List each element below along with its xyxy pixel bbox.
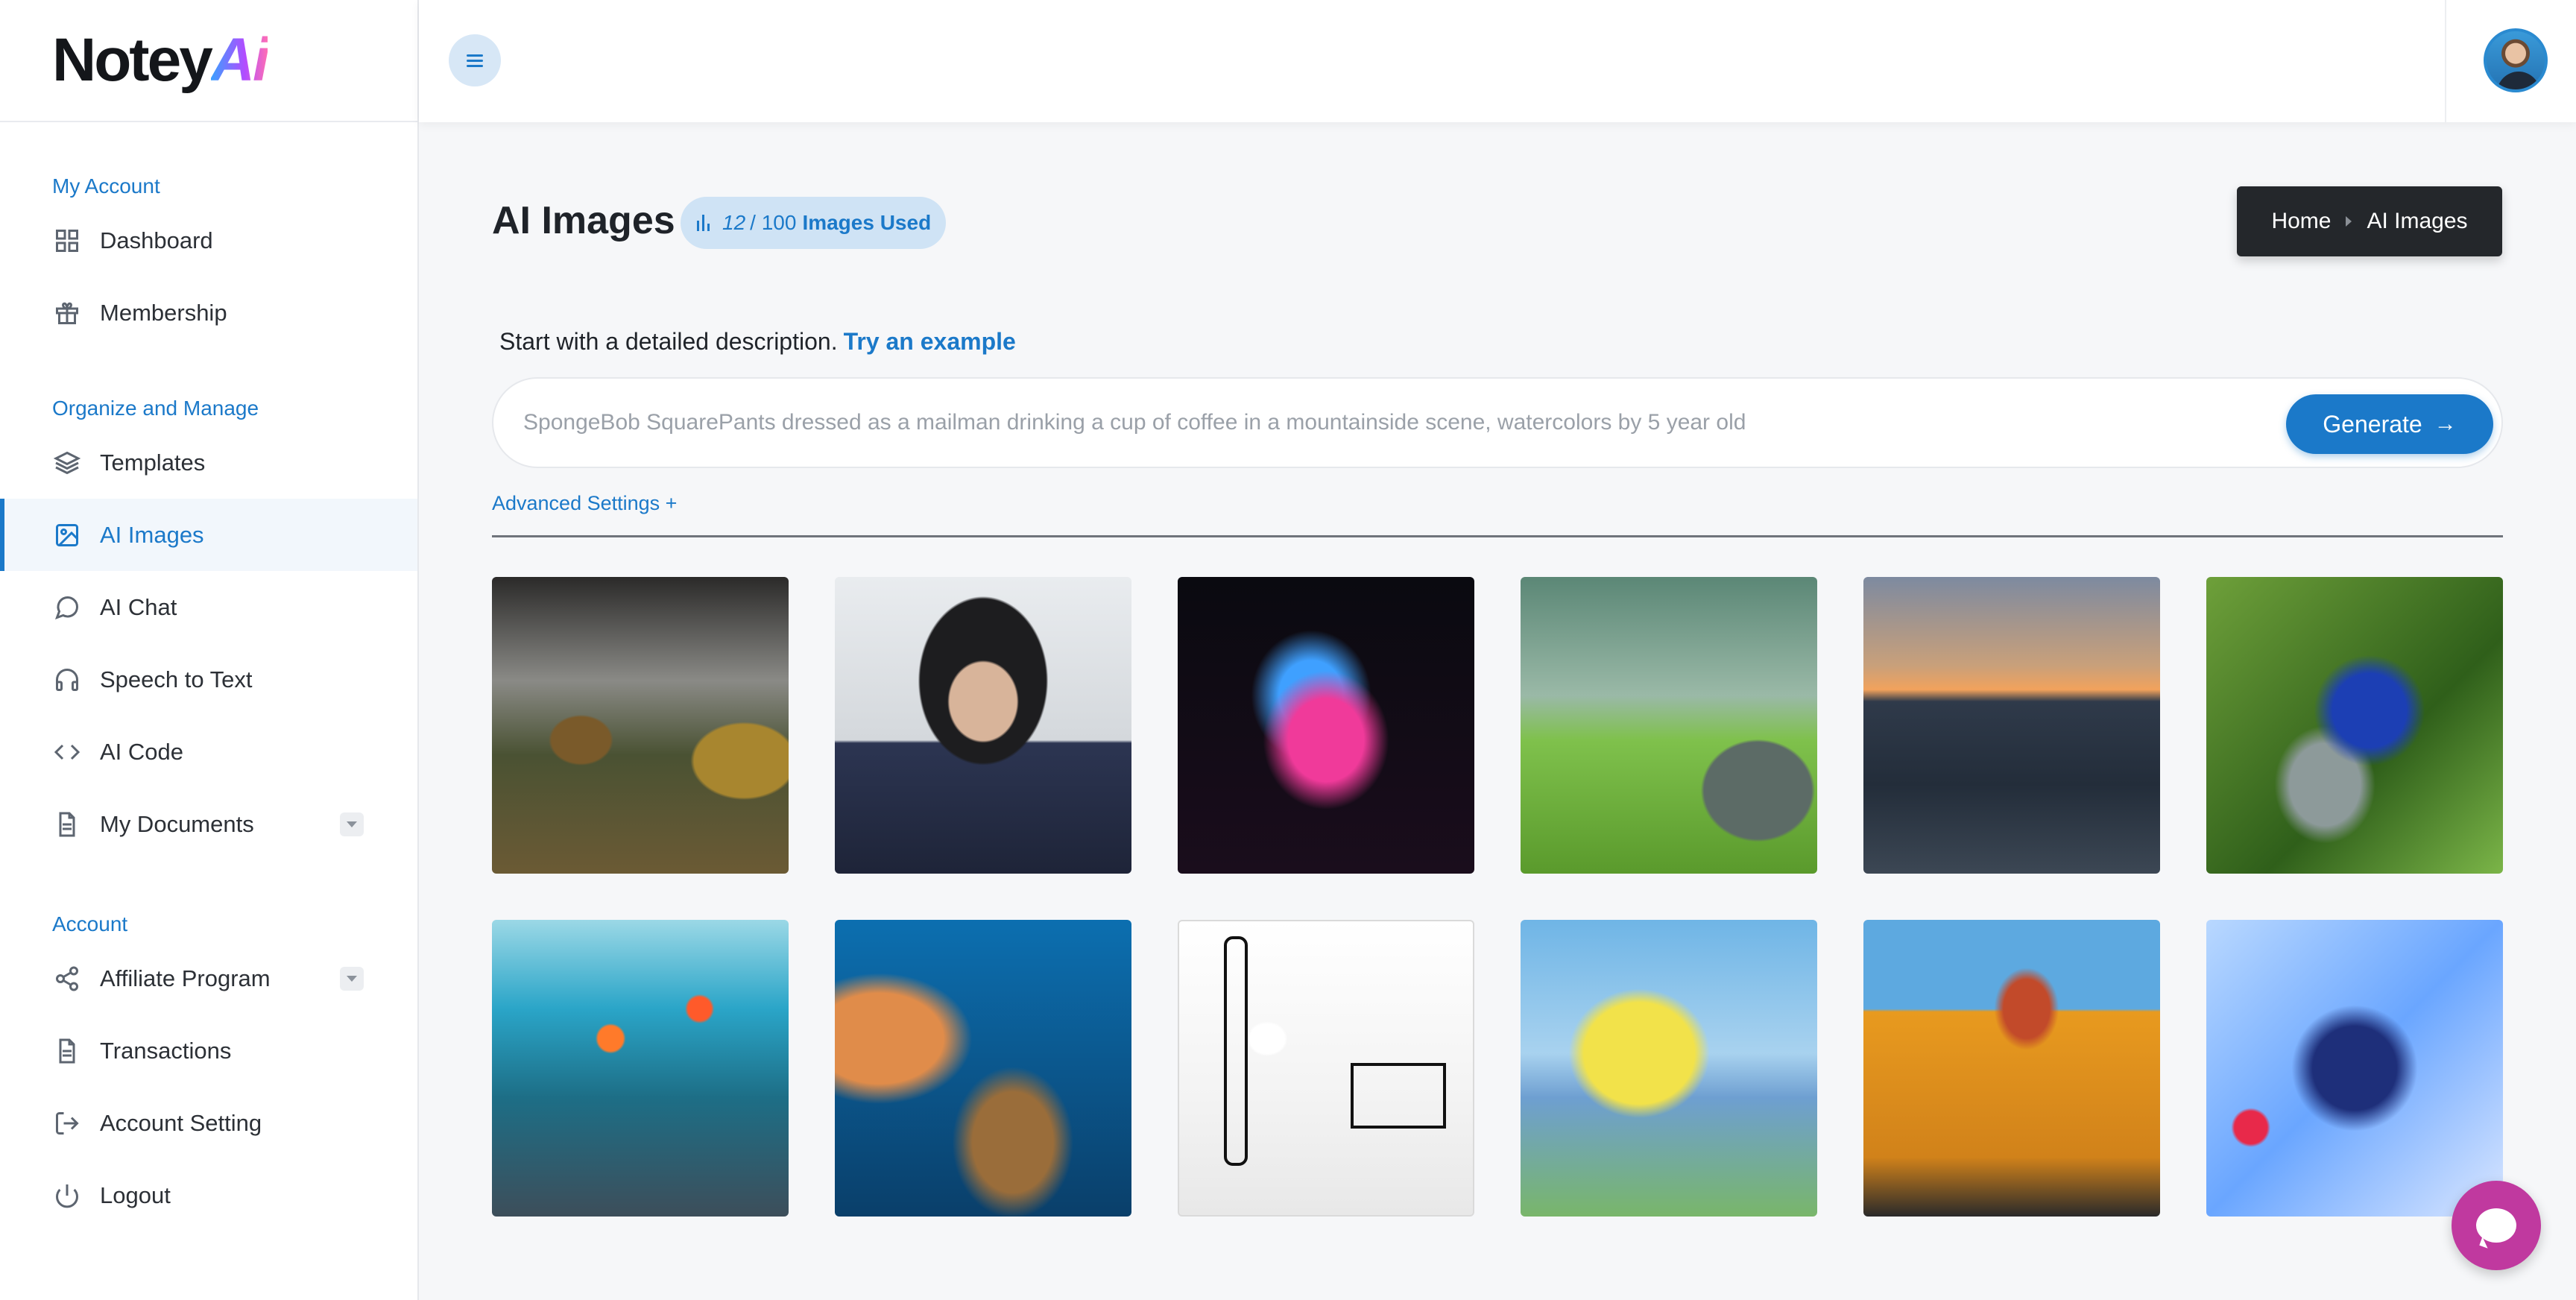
- gallery-image-treasure-chest[interactable]: [1178, 577, 1474, 874]
- prompt-hint: Start with a detailed description. Try an…: [499, 328, 1016, 356]
- chevron-right-icon: [2346, 216, 2352, 227]
- chevron-down-icon[interactable]: [340, 966, 364, 991]
- section-title-my-account: My Account: [52, 174, 160, 198]
- sidebar-item-my-documents[interactable]: My Documents: [0, 788, 417, 860]
- grid-icon: [52, 226, 82, 256]
- sidebar-item-label: Membership: [100, 299, 227, 326]
- arrow-right-icon: →: [2434, 411, 2457, 436]
- sidebar-item-label: Logout: [100, 1181, 171, 1208]
- gallery-image-coral-reef[interactable]: [835, 920, 1131, 1217]
- gallery-image-cactus-drawing[interactable]: [1178, 920, 1474, 1217]
- images-used-label: Images Used: [802, 211, 932, 234]
- sidebar-item-label: Affiliate Program: [100, 965, 271, 991]
- sidebar-item-label: Dashboard: [100, 227, 213, 253]
- advanced-settings-toggle[interactable]: Advanced Settings +: [492, 492, 677, 515]
- gallery-image-spongebob-watercolor[interactable]: [1521, 920, 1817, 1217]
- prompt-box: Generate →: [492, 377, 2503, 468]
- sidebar-item-ai-code[interactable]: AI Code: [0, 716, 417, 788]
- sidebar-item-account-setting[interactable]: Account Setting: [0, 1087, 417, 1159]
- sidebar-item-label: Account Setting: [100, 1109, 262, 1136]
- usage-badge: 12 / 100 Images Used: [681, 197, 947, 249]
- section-title-account: Account: [52, 912, 128, 935]
- gallery-image-school-bus[interactable]: [1863, 920, 2160, 1217]
- sidebar-item-label: AI Images: [100, 521, 204, 548]
- gift-icon: [52, 298, 82, 328]
- gallery-image-surreal-landscape[interactable]: [492, 577, 789, 874]
- top-divider: [2445, 0, 2446, 122]
- sidebar-item-logout[interactable]: Logout: [0, 1159, 417, 1231]
- hamburger-menu-icon[interactable]: [449, 34, 501, 86]
- chevron-down-icon[interactable]: [340, 812, 364, 836]
- image-icon: [52, 520, 82, 550]
- top-bar: [419, 0, 2576, 122]
- image-gallery: [492, 577, 2503, 1217]
- sidebar-item-membership[interactable]: Membership: [0, 277, 417, 349]
- gallery-image-turtle-teapot[interactable]: [1521, 577, 1817, 874]
- sidebar-item-label: AI Code: [100, 738, 184, 765]
- user-avatar[interactable]: [2484, 28, 2548, 92]
- sidebar-item-affiliate-program[interactable]: Affiliate Program: [0, 942, 417, 1015]
- prompt-hint-text: Start with a detailed description.: [499, 328, 838, 355]
- sidebar-item-transactions[interactable]: Transactions: [0, 1015, 417, 1087]
- gallery-image-portrait-headdress[interactable]: [835, 577, 1131, 874]
- gallery-image-peacock[interactable]: [2206, 577, 2503, 874]
- gallery-image-underwater-city[interactable]: [492, 920, 789, 1217]
- images-used-count: 12: [722, 211, 746, 234]
- sidebar-item-templates[interactable]: Templates: [0, 426, 417, 499]
- breadcrumb-current: AI Images: [2367, 209, 2468, 233]
- logo[interactable]: Notey Ai: [52, 25, 270, 95]
- sign-out-arrow-icon: [52, 1108, 82, 1138]
- sidebar: Notey Ai My Account Dashboard Membership …: [0, 0, 419, 1300]
- prompt-input[interactable]: [523, 379, 2238, 467]
- logo-area: Notey Ai: [0, 0, 417, 122]
- sidebar-item-label: My Documents: [100, 810, 254, 837]
- breadcrumb: Home AI Images: [2237, 186, 2502, 256]
- logo-text: Notey: [52, 26, 213, 94]
- power-icon: [52, 1181, 82, 1211]
- layers-icon: [52, 448, 82, 478]
- gallery-image-anime-warrior[interactable]: [2206, 920, 2503, 1217]
- chat-bubble-icon: [52, 593, 82, 622]
- page-title: AI Images: [492, 199, 675, 242]
- images-total-count: / 100: [750, 211, 797, 234]
- headphones-icon: [52, 665, 82, 695]
- section-title-organize: Organize and Manage: [52, 397, 259, 420]
- receipt-icon: [52, 1036, 82, 1066]
- sidebar-item-speech-to-text[interactable]: Speech to Text: [0, 643, 417, 716]
- sidebar-item-ai-images[interactable]: AI Images: [0, 499, 417, 571]
- sidebar-item-dashboard[interactable]: Dashboard: [0, 204, 417, 277]
- sidebar-item-ai-chat[interactable]: AI Chat: [0, 571, 417, 643]
- generate-button[interactable]: Generate →: [2286, 394, 2493, 454]
- bar-chart-icon: [695, 213, 712, 233]
- document-icon: [52, 810, 82, 839]
- generate-label: Generate: [2323, 410, 2422, 438]
- logo-accent: Ai: [210, 26, 270, 94]
- try-example-link[interactable]: Try an example: [844, 328, 1016, 355]
- divider: [492, 535, 2503, 537]
- chat-widget-icon: [2476, 1208, 2516, 1243]
- chat-widget-button[interactable]: [2452, 1181, 2541, 1270]
- sidebar-item-label: AI Chat: [100, 593, 177, 620]
- code-icon: [52, 737, 82, 767]
- gallery-image-ocean-sunset[interactable]: [1863, 577, 2160, 874]
- sidebar-item-label: Templates: [100, 449, 206, 476]
- breadcrumb-home[interactable]: Home: [2271, 209, 2331, 234]
- sidebar-item-label: Transactions: [100, 1037, 232, 1064]
- share-icon: [52, 964, 82, 994]
- sidebar-item-label: Speech to Text: [100, 666, 253, 692]
